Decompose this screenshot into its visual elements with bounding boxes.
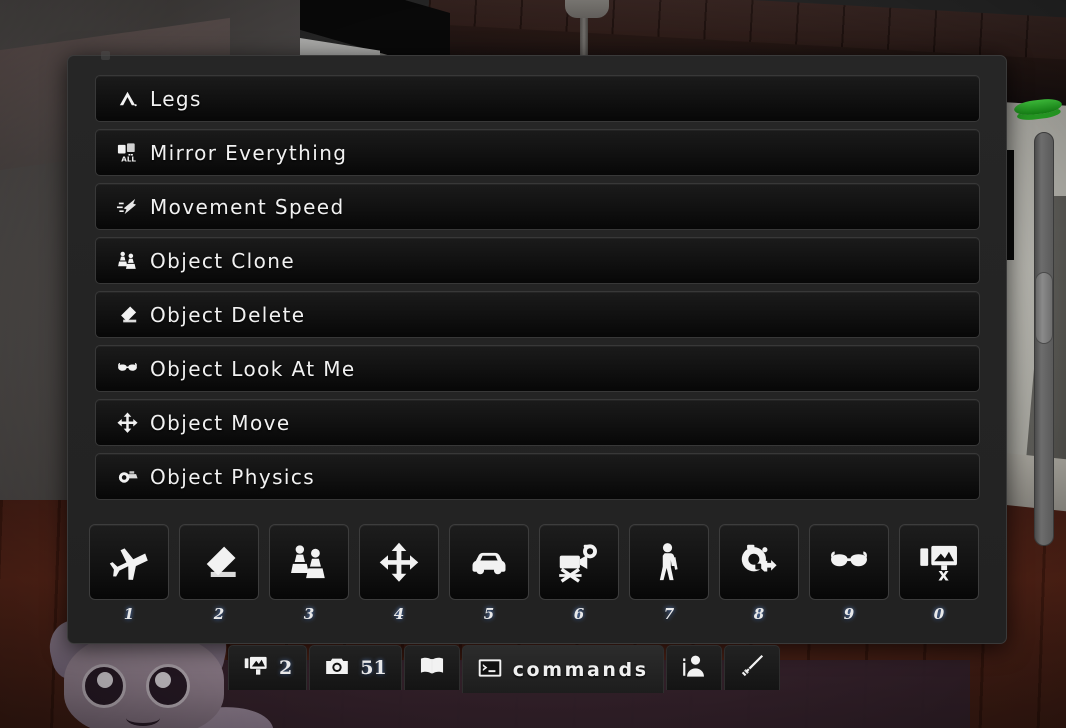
tool-list-item-label: Object Physics: [150, 464, 316, 489]
status-bar-label: commands: [512, 658, 649, 681]
tool-list-item-label: Object Delete: [150, 302, 306, 327]
hotbar-slot-key: 4: [393, 605, 405, 623]
svg-text:ALL: ALL: [121, 155, 136, 164]
tool-list-item[interactable]: Object Move: [95, 399, 980, 446]
mirror-all-icon: ALL: [113, 141, 141, 165]
physics-wheel-icon: [113, 465, 141, 489]
legs-icon: [113, 87, 141, 111]
glasses-icon[interactable]: [809, 524, 889, 600]
person-walking-icon[interactable]: [629, 524, 709, 600]
status-bar-book-tab[interactable]: [403, 645, 460, 690]
tool-list-item[interactable]: Object Look At Me: [95, 345, 980, 392]
eraser-icon[interactable]: [179, 524, 259, 600]
speed-icon: [113, 195, 141, 219]
hotbar-slot[interactable]: 8: [719, 524, 799, 634]
tool-list[interactable]: Legs ALL Mirror Everything Movement Speed Ob…: [95, 75, 980, 508]
screen-x-icon[interactable]: x: [899, 524, 979, 600]
hotbar-slot[interactable]: x0: [899, 524, 979, 634]
chess-pawns-icon: [113, 249, 141, 273]
director-camera-icon[interactable]: [539, 524, 619, 600]
move-arrows-icon[interactable]: [359, 524, 439, 600]
hotbar-slot-key: 3: [303, 605, 315, 623]
hotbar-slot[interactable]: 3: [269, 524, 349, 634]
camera-icon: [324, 653, 350, 683]
glasses-icon: [113, 357, 141, 381]
status-bar: 2 51 commands: [228, 645, 782, 693]
hotbar: 123456789x0: [89, 524, 987, 634]
hotbar-slot[interactable]: 5: [449, 524, 529, 634]
tool-list-item-label: Object Move: [150, 410, 291, 435]
hotbar-slot-key: 6: [573, 605, 585, 623]
hotbar-slot-key: 1: [123, 605, 135, 623]
tool-list-item-label: Object Clone: [150, 248, 296, 273]
move-arrows-icon: [113, 411, 141, 435]
book-icon: [419, 653, 445, 683]
eraser-icon: [113, 303, 141, 327]
tool-list-item-label: Mirror Everything: [150, 140, 348, 165]
sword-icon: [739, 653, 765, 683]
airplane-icon[interactable]: [89, 524, 169, 600]
tool-list-item[interactable]: Object Physics: [95, 453, 980, 500]
hotbar-slot[interactable]: 1: [89, 524, 169, 634]
avatar-icon: [681, 653, 707, 683]
hotbar-slot[interactable]: 2: [179, 524, 259, 634]
tool-list-item-label: Object Look At Me: [150, 356, 356, 381]
display-board-icon: [243, 653, 269, 683]
status-bar-count: 2: [279, 657, 293, 679]
hotbar-slot[interactable]: 4: [359, 524, 439, 634]
tool-list-item[interactable]: Object Clone: [95, 237, 980, 284]
panel-notch: [101, 51, 110, 60]
tool-list-item-label: Movement Speed: [150, 194, 345, 219]
chess-pawns-icon[interactable]: [269, 524, 349, 600]
hotbar-slot-key: 9: [843, 605, 855, 623]
hotbar-slot-key: 7: [663, 605, 675, 623]
hotbar-slot-key: 8: [753, 605, 765, 623]
tool-menu-panel: Legs ALL Mirror Everything Movement Speed Ob…: [67, 51, 1054, 644]
hotbar-slot[interactable]: 6: [539, 524, 619, 634]
game-screen: Legs ALL Mirror Everything Movement Speed Ob…: [0, 0, 1066, 728]
hotbar-slot-key: 2: [213, 605, 225, 623]
terminal-icon: [477, 655, 503, 685]
tool-list-item[interactable]: Object Delete: [95, 291, 980, 338]
hotbar-slot-key: 5: [483, 605, 495, 623]
status-bar-count: 51: [360, 657, 387, 679]
scrollbar-thumb[interactable]: [1035, 272, 1053, 344]
hotbar-slot[interactable]: 9: [809, 524, 889, 634]
tool-list-item[interactable]: ALL Mirror Everything: [95, 129, 980, 176]
camera-move-icon[interactable]: [719, 524, 799, 600]
status-bar-weapon-tab[interactable]: [723, 645, 780, 690]
hotbar-slot[interactable]: 7: [629, 524, 709, 634]
tool-list-item[interactable]: Movement Speed: [95, 183, 980, 230]
status-bar-commands-tab[interactable]: commands: [461, 645, 664, 693]
status-bar-avatar-tab[interactable]: [665, 645, 722, 690]
car-icon[interactable]: [449, 524, 529, 600]
tool-list-item-label: Legs: [150, 86, 202, 111]
status-bar-props-count[interactable]: 2: [228, 645, 308, 690]
tool-list-item[interactable]: Legs: [95, 75, 980, 122]
hotbar-slot-key: 0: [933, 605, 945, 623]
status-bar-photos-count[interactable]: 51: [309, 645, 402, 690]
